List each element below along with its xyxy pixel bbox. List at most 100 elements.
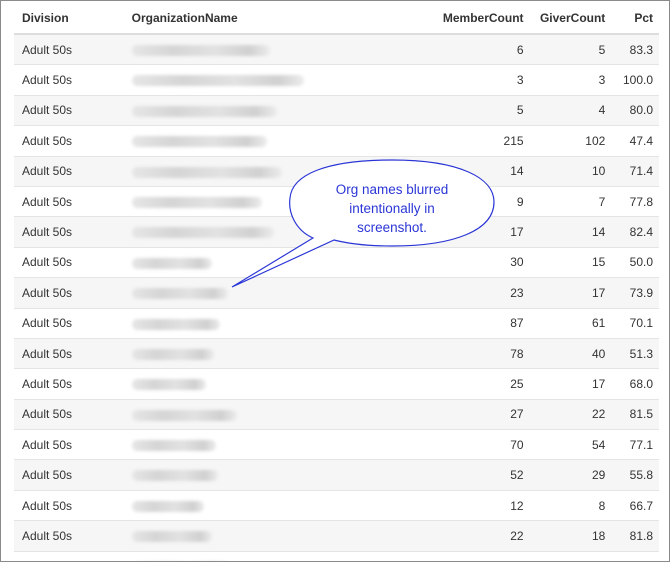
cell-giver-count: 8 [529,489,612,521]
blurred-org-name [131,409,237,421]
cell-organization [123,94,418,126]
blurred-org-name [131,136,267,148]
cell-pct: 68.0 [611,368,659,400]
cell-pct: 83.3 [611,33,659,65]
cell-member-count: 22 [417,520,530,552]
table-header-row: Division OrganizationName MemberCount Gi… [14,3,659,35]
cell-division: Adult 50s [14,125,124,157]
cell-organization [123,33,418,65]
cell-division: Adult 50s [14,277,124,309]
cell-division: Adult 50s [14,246,124,278]
cell-giver-count: 17 [529,277,612,309]
cell-division: Adult 50s [14,216,124,248]
cell-giver-count: 61 [529,307,612,339]
table-row: Adult 50s 87 61 70.1 [14,307,659,339]
cell-organization [123,550,418,561]
table-row: Adult 50s 25 17 68.0 [14,368,659,400]
table-row: Adult 50s 23 17 73.9 [14,277,659,309]
cell-pct: 55.8 [611,459,659,491]
cell-giver-count: 18 [529,520,612,552]
blurred-org-name [131,470,218,482]
report-frame: Division OrganizationName MemberCount Gi… [0,0,670,562]
blurred-org-name [131,166,282,178]
cell-giver-count: 54 [529,429,612,460]
callout-line-1: Org names blurred [335,182,449,197]
table-body: Adult 50s 6 5 83.3 Adult 50s 3 3 100.0 Adult 50s… [14,33,659,561]
table-row: Adult 50s 6 5 83.3 [14,33,659,65]
table-row: Adult 50s 30 15 50.0 [14,246,659,278]
cell-division: Adult 50s [14,368,124,400]
table-row: Adult 50s 27 22 81.5 [14,398,659,430]
cell-pct: 47.4 [611,125,659,157]
blurred-org-name [131,288,228,300]
cell-division: Adult 50s [14,429,124,460]
cell-giver-count: 25 [529,550,612,561]
cell-member-count: 52 [417,459,530,491]
cell-division: Adult 50s [14,307,124,339]
cell-giver-count: 102 [529,125,612,157]
column-header-pct[interactable]: Pct [611,3,659,35]
table-row: Adult 50s 5 4 80.0 [14,94,659,126]
cell-organization [123,429,418,460]
cell-organization [123,246,418,278]
callout-text: Org names blurred intentionally in scree… [312,180,472,237]
cell-pct: 100.0 [611,550,659,561]
cell-division: Adult 50s [14,550,124,561]
cell-pct: 81.5 [611,398,659,430]
cell-member-count: 3 [417,64,530,96]
cell-giver-count: 17 [529,368,612,400]
blurred-org-name [131,105,277,117]
cell-pct: 71.4 [611,155,659,187]
cell-giver-count: 14 [529,216,612,248]
column-header-organization[interactable]: OrganizationName [123,3,418,35]
cell-pct: 82.4 [611,216,659,248]
cell-organization [123,520,418,552]
column-header-division[interactable]: Division [14,3,124,35]
cell-member-count: 70 [417,429,530,460]
table-row: Adult 50s 12 8 66.7 [14,489,659,521]
cell-division: Adult 50s [14,155,124,187]
cell-member-count: 78 [417,337,530,369]
cell-organization [123,337,418,369]
table-row: Adult 50s 22 18 81.8 [14,520,659,552]
cell-giver-count: 7 [529,185,612,217]
cell-pct: 77.1 [611,429,659,460]
cell-giver-count: 29 [529,459,612,491]
blurred-org-name [131,500,204,512]
column-header-member-count[interactable]: MemberCount [417,3,530,35]
cell-pct: 81.8 [611,520,659,552]
cell-member-count: 87 [417,307,530,339]
cell-organization [123,489,418,521]
cell-giver-count: 40 [529,337,612,369]
cell-division: Adult 50s [14,337,124,369]
blurred-org-name [131,196,262,208]
cell-organization [123,64,418,96]
cell-organization [123,277,418,309]
blurred-org-name [131,75,304,87]
cell-member-count: 23 [417,277,530,309]
cell-division: Adult 50s [14,94,124,126]
cell-division: Adult 50s [14,520,124,552]
cell-division: Adult 50s [14,459,124,491]
blurred-org-name [131,348,214,360]
cell-giver-count: 5 [529,33,612,65]
blurred-org-name [131,45,270,57]
table-row: Adult 50s 70 54 77.1 [14,429,659,460]
cell-pct: 51.3 [611,337,659,369]
cell-pct: 66.7 [611,489,659,521]
table-row: Adult 50s2525100.0 [14,550,659,561]
cell-member-count: 27 [417,398,530,430]
cell-pct: 80.0 [611,94,659,126]
cell-pct: 50.0 [611,246,659,278]
cell-organization [123,307,418,339]
blurred-org-name [131,257,212,269]
cell-pct: 73.9 [611,277,659,309]
cell-organization [123,459,418,491]
cell-pct: 77.8 [611,185,659,217]
column-header-giver-count[interactable]: GiverCount [529,3,612,35]
callout-line-3: screenshot. [357,220,427,235]
cell-member-count: 6 [417,33,530,65]
blurred-org-name [131,318,220,330]
cell-division: Adult 50s [14,185,124,217]
cell-giver-count: 10 [529,155,612,187]
